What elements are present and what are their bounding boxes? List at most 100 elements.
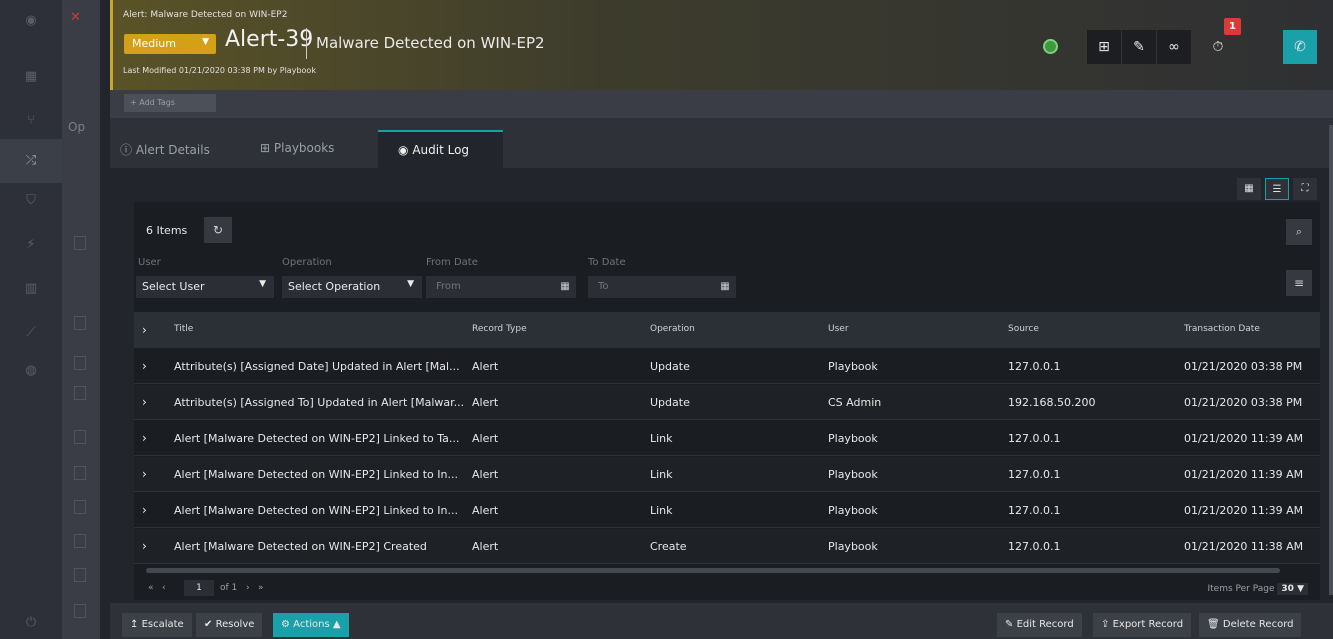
operation-filter-select[interactable]: Select Operation ▼ [282,276,422,298]
alert-detail-panel: Alert: Malware Detected on WIN-EP2 Mediu… [100,0,1333,639]
items-per-page-select[interactable]: 30 ▼ [1277,583,1308,595]
logo-icon[interactable]: ◉ [20,10,42,32]
list-view-icon[interactable]: ☰ [1265,178,1289,200]
hierarchy-icon[interactable]: ⑂ [20,110,42,132]
expand-row-icon[interactable]: › [142,503,147,517]
actions-button[interactable]: ⚙ Actions ▲ [273,613,349,637]
vertical-scrollbar[interactable] [1329,125,1333,595]
expand-row-icon[interactable]: › [142,467,147,481]
table-row[interactable]: › Attribute(s) [Assigned To] Updated in … [134,385,1320,420]
column-header-record-type[interactable]: Record Type [472,324,527,334]
export-record-label: Export Record [1112,619,1184,630]
column-header-title[interactable]: Title [174,324,193,334]
next-page-button[interactable]: › [246,583,250,593]
column-header-transaction-date[interactable]: Transaction Date [1184,324,1260,334]
table-row[interactable]: › Alert [Malware Detected on WIN-EP2] Li… [134,421,1320,456]
delete-record-button[interactable]: 🗑 Delete Record [1199,613,1302,637]
table-row[interactable]: › Attribute(s) [Assigned Date] Updated i… [134,349,1320,384]
column-menu-icon[interactable]: ≡ [1286,270,1312,296]
shuffle-icon[interactable]: ⤮ [0,139,62,183]
severity-label: Medium [132,37,176,50]
expand-all-icon[interactable]: › [142,323,147,337]
tab-audit-log[interactable]: ◉ Audit Log [378,130,503,168]
expand-row-icon[interactable]: › [142,359,147,373]
globe-icon[interactable]: ◍ [20,360,42,382]
cell-title: Alert [Malware Detected on WIN-EP2] Link… [174,432,460,445]
to-date-input[interactable]: To [588,276,714,298]
tab-alert-details[interactable]: ⓘ Alert Details [120,130,240,168]
table-row[interactable]: › Alert [Malware Detected on WIN-EP2] Li… [134,493,1320,528]
playbook-tree-icon[interactable]: ⊞ [1087,30,1121,64]
cell-source: 127.0.0.1 [1008,540,1061,553]
timer-icon[interactable]: ⏱ 1 [1201,18,1241,64]
power-icon[interactable]: ⏻ [20,612,42,634]
column-header-user[interactable]: User [828,324,849,334]
column-header-operation[interactable]: Operation [650,324,695,334]
trash-icon: 🗑 [1207,619,1220,630]
user-filter-select[interactable]: Select User ▼ [136,276,274,298]
link-icon[interactable]: ∞ [1157,30,1191,64]
collaboration-icon[interactable]: ✆ [1283,30,1317,64]
cell-user: Playbook [828,504,878,517]
prev-page-button[interactable]: ‹ [162,583,166,593]
last-page-button[interactable]: » [258,583,264,593]
edit-record-button[interactable]: ✎ Edit Record [997,613,1082,637]
escalate-icon: ↥ [130,619,139,630]
table-row[interactable]: › Alert [Malware Detected on WIN-EP2] Cr… [134,529,1320,564]
dashboard-icon[interactable]: ▦ [20,66,42,88]
refresh-icon[interactable]: ↻ [204,217,232,243]
expand-row-icon[interactable]: › [142,395,147,409]
page-number-input[interactable]: 1 [184,580,214,596]
export-record-button[interactable]: ⇪ Export Record [1093,613,1192,637]
export-icon: ⇪ [1101,619,1110,630]
cell-title: Alert [Malware Detected on WIN-EP2] Link… [174,468,458,481]
alert-title: Malware Detected on WIN-EP2 [316,34,545,52]
background-checkbox [74,430,86,444]
audit-grid: 6 Items ↻ ⌕ ≡ User Select User ▼ Operati… [134,202,1320,600]
audit-log-content: ▦ ☰ ⛶ 6 Items ↻ ⌕ ≡ User Select User ▼ O… [110,168,1333,600]
shield-icon[interactable]: ⛉ [20,190,42,212]
chart-icon[interactable]: ⟋ [20,322,42,344]
caret-down-icon: ▼ [202,37,209,47]
column-header-source[interactable]: Source [1008,324,1039,334]
background-checkbox [74,236,86,250]
tabs-bar: ⓘ Alert Details ⊞ Playbooks ◉ Audit Log [110,118,1333,168]
horizontal-scrollbar[interactable] [146,568,1280,573]
severity-dropdown[interactable]: Medium ▼ [124,34,216,54]
expand-row-icon[interactable]: › [142,539,147,553]
items-per-page: Items Per Page 30 ▼ [1208,583,1308,595]
items-per-page-value: 30 [1281,584,1294,594]
background-checkbox [74,604,86,618]
bolt-icon[interactable]: ⚡ [20,234,42,256]
cell-operation: Link [650,504,673,517]
cell-source: 192.168.50.200 [1008,396,1096,409]
calendar-icon[interactable]: ▦ [554,276,576,298]
cell-transaction-date: 01/21/2020 11:39 AM [1184,468,1304,481]
from-date-input[interactable]: From [426,276,554,298]
resolve-button[interactable]: ✔ Resolve [196,613,263,637]
cell-source: 127.0.0.1 [1008,504,1061,517]
cell-operation: Link [650,468,673,481]
cell-title: Alert [Malware Detected on WIN-EP2] Link… [174,504,458,517]
cell-title: Attribute(s) [Assigned To] Updated in Al… [174,396,465,409]
first-page-button[interactable]: « [148,583,154,593]
user-filter-value: Select User [142,280,205,293]
edit-icon[interactable]: ✎ [1122,30,1156,64]
close-icon[interactable]: ✕ [70,10,81,25]
add-tags-input[interactable]: + Add Tags [124,94,216,112]
building-icon[interactable]: ▥ [20,278,42,300]
status-indicator-icon[interactable] [1043,39,1058,54]
fullscreen-icon[interactable]: ⛶ [1293,178,1317,200]
expand-row-icon[interactable]: › [142,431,147,445]
search-icon[interactable]: ⌕ [1286,219,1312,245]
background-checkbox [74,316,86,330]
cell-operation: Update [650,360,690,373]
tab-playbooks[interactable]: ⊞ Playbooks [260,130,370,168]
table-row[interactable]: › Alert [Malware Detected on WIN-EP2] Li… [134,457,1320,492]
escalate-button[interactable]: ↥ Escalate [122,613,192,637]
cell-transaction-date: 01/21/2020 03:38 PM [1184,396,1303,409]
calendar-icon[interactable]: ▦ [714,276,736,298]
view-switcher: ▦ ☰ ⛶ [1237,178,1319,200]
cell-source: 127.0.0.1 [1008,432,1061,445]
grid-view-icon[interactable]: ▦ [1237,178,1261,200]
